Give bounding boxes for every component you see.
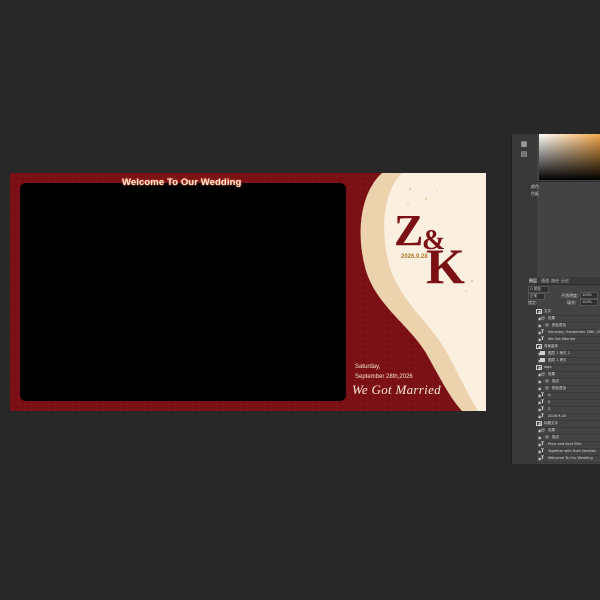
text-layer-icon: T: [541, 393, 545, 398]
fill-input[interactable]: 100%: [580, 299, 598, 306]
layer-name: logo: [544, 365, 552, 369]
visibility-eye-icon[interactable]: ◉: [538, 323, 542, 328]
video-placeholder[interactable]: [20, 183, 346, 401]
layer-name: 2026.9.28: [548, 414, 566, 418]
visibility-eye-icon[interactable]: ◉: [538, 435, 542, 440]
layer-name: 文字: [544, 309, 551, 313]
married-script: We Got Married: [352, 382, 441, 397]
panel-label-swatches: 色板: [531, 191, 539, 196]
tab-history[interactable]: 历史: [561, 278, 569, 284]
panel-label-color: 颜色: [531, 184, 539, 189]
layer-name: Welcome To Our Wedding: [548, 456, 593, 460]
monogram-k: K: [426, 238, 465, 294]
layer-name: Together with their families: [548, 449, 596, 453]
layer-name: 背景装饰: [544, 344, 558, 348]
layer-row[interactable]: ◉ T Welcome To Our Wedding: [537, 455, 600, 463]
text-layer-icon: T: [541, 414, 545, 419]
layer-name: 描边: [552, 379, 559, 383]
text-layer-icon: T: [541, 337, 545, 342]
opacity-label: 不透明度:: [561, 293, 579, 298]
effect-icon: ◎: [545, 379, 549, 384]
text-layer-icon: T: [541, 442, 545, 447]
color-tool-icon[interactable]: ▦: [519, 140, 529, 148]
right-panel: 颜色 色板 图层 通道 路径 历史 Q 类型 正常 不透明度: 100% 锁定:…: [528, 134, 600, 464]
layer-name: K: [548, 400, 551, 404]
workspace: Welcome To Our Wedding Z & K 2026.9.28 S…: [0, 0, 600, 600]
layer-name: 图层 1 拷贝 2: [548, 351, 570, 355]
welcome-title: Welcome To Our Wedding: [122, 177, 242, 188]
layer-name: Z: [548, 407, 551, 411]
layer-name: 颜色叠加: [552, 386, 566, 390]
folder-icon: [536, 344, 542, 349]
swatches-tool-icon[interactable]: ▤: [519, 150, 529, 158]
image-thumbnail-icon: [540, 358, 545, 362]
effect-icon: ◎: [545, 386, 549, 391]
visibility-eye-icon[interactable]: ◉: [538, 386, 542, 391]
date-line-date: September 28th,2026: [355, 374, 413, 380]
date-line-weekday: Saturday,: [355, 364, 381, 370]
text-layer-icon: T: [541, 449, 545, 454]
tab-layers[interactable]: 图层: [529, 278, 537, 284]
monogram-date: 2026.9.28: [401, 254, 428, 260]
color-picker-field[interactable]: [539, 134, 600, 180]
layer-name: Price and Kent Ellis: [548, 442, 582, 446]
document-canvas[interactable]: Welcome To Our Wedding Z & K 2026.9.28 S…: [10, 173, 486, 411]
layer-name: 效果: [548, 428, 555, 432]
text-layer-icon: T: [541, 456, 545, 461]
monogram-z: Z: [394, 206, 424, 255]
layer-name: 效果: [548, 372, 555, 376]
text-layer-icon: T: [541, 407, 545, 412]
panel-divider: [537, 181, 600, 182]
layer-name: 标题文字: [544, 421, 558, 425]
blend-mode-select[interactable]: 正常: [528, 293, 545, 300]
layer-name: 颜色叠加: [552, 323, 566, 327]
folder-icon: [536, 309, 542, 314]
fill-label: 填充:: [567, 300, 577, 305]
tab-paths[interactable]: 路径: [551, 278, 559, 284]
folder-icon: [536, 421, 542, 426]
text-layer-icon: T: [541, 330, 545, 335]
text-layer-icon: T: [541, 400, 545, 405]
lock-label: 锁定:: [528, 300, 538, 305]
effect-icon: ◎: [541, 316, 545, 321]
effect-icon: ◎: [541, 428, 545, 433]
layers-list: ◉ 文字 ◉ ◎ 效果 ◉ ◎ 颜色叠加 ◉ T Saturday, September 28th,…: [536, 308, 600, 463]
image-thumbnail-icon: [540, 351, 545, 355]
layer-name: Saturday, September 28th, 2026: [548, 330, 600, 334]
layers-tab-row: 图层 通道 路径 历史: [529, 277, 600, 285]
visibility-eye-icon[interactable]: ◉: [538, 379, 542, 384]
monogram: Z & K 2026.9.28: [394, 209, 474, 299]
layer-name: &: [548, 393, 551, 397]
layer-name: 效果: [548, 316, 555, 320]
effect-icon: ◎: [545, 435, 549, 440]
layer-name: We Got Married: [548, 337, 576, 341]
opacity-input[interactable]: 100%: [580, 292, 598, 299]
effect-icon: ◎: [541, 372, 545, 377]
tab-channels[interactable]: 通道: [541, 278, 549, 284]
layer-name: 图层 1 拷贝: [548, 358, 567, 362]
folder-icon: [536, 365, 542, 370]
kind-filter-select[interactable]: Q 类型: [528, 286, 549, 293]
layer-name: 描边: [552, 435, 559, 439]
effect-icon: ◎: [545, 323, 549, 328]
